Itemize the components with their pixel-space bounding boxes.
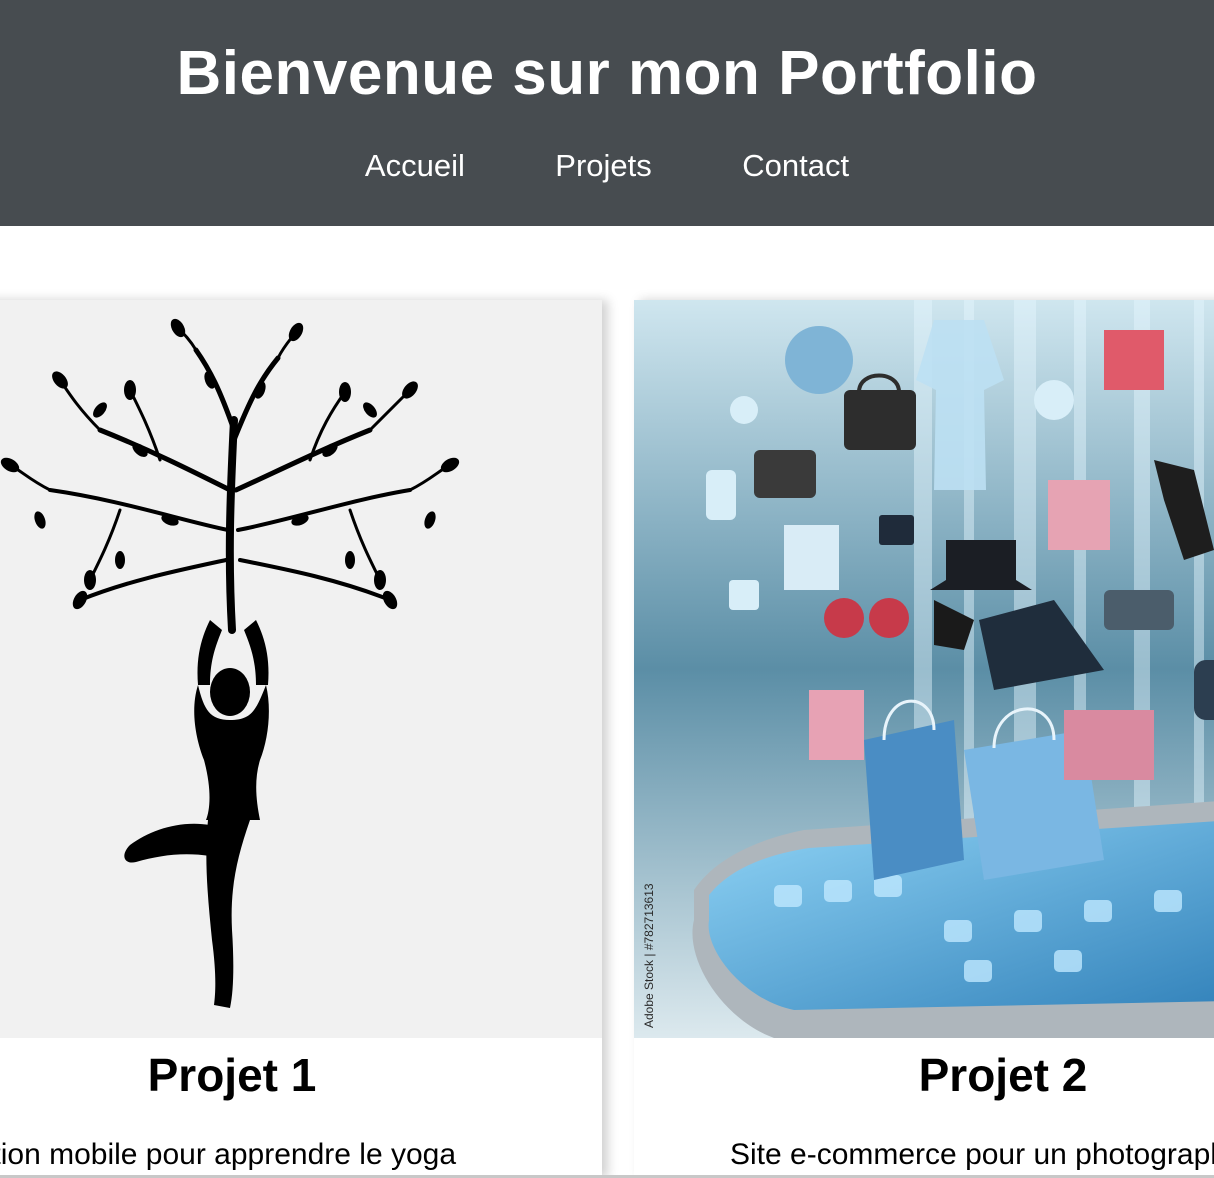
project-1-description: Application mobile pour apprendre le yog… [0,1138,457,1171]
site-header: Bienvenue sur mon Portfolio Accueil Proj… [0,0,1214,226]
project-2-image: Adobe Stock | #782713613 [634,300,1214,1038]
project-card-2[interactable]: Adobe Stock | #782713613 Projet 2 Site e… [634,300,1214,1178]
main-nav: Accueil Projets Contact [0,148,1214,184]
project-2-title: Projet 2 [918,1049,1088,1101]
page-title: Bienvenue sur mon Portfolio [176,39,1038,108]
stock-watermark-text: Adobe Stock | #782713613 [642,883,656,1028]
nav-link-accueil[interactable]: Accueil [365,148,465,184]
project-1-title: Projet 1 [147,1049,317,1101]
nav-link-projets[interactable]: Projets [555,148,651,184]
nav-link-contact[interactable]: Contact [742,148,849,184]
project-1-image [0,300,602,1038]
project-card-1[interactable]: Projet 1 Application mobile pour apprend… [0,300,602,1178]
project-2-description: Site e-commerce pour un photographe [730,1138,1214,1171]
